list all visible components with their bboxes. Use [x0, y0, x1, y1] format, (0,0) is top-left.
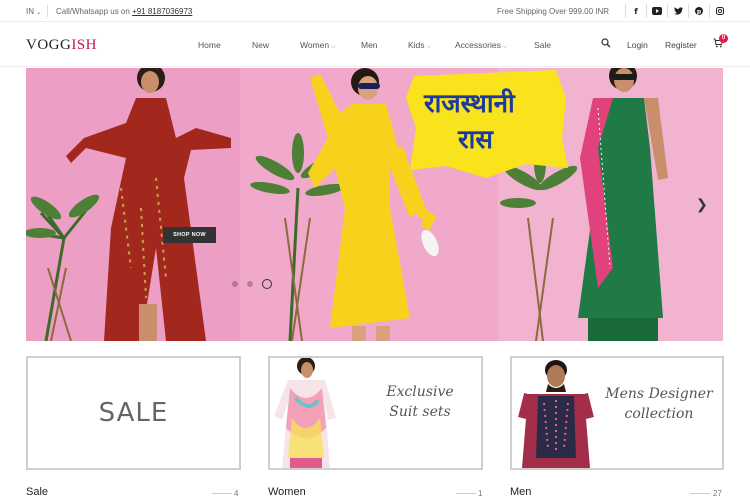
category-count-sale: 4 — [234, 489, 239, 498]
chevron-down-icon: ⌵ — [502, 44, 508, 50]
category-label-men[interactable]: Men — [510, 486, 531, 498]
chevron-down-icon: ⌄ — [36, 10, 42, 16]
twitter-icon[interactable] — [667, 4, 688, 18]
banner-title-line2: रास — [458, 125, 493, 155]
instagram-icon[interactable] — [709, 4, 730, 18]
youtube-icon[interactable] — [646, 4, 667, 18]
category-label-sale[interactable]: Sale — [26, 486, 48, 498]
men-tile-text: Mens Designer collection — [605, 386, 713, 422]
slider-pagination — [232, 279, 272, 289]
page: IN ⌄ Call/Whatsapp us on +91 8187036973 … — [0, 0, 750, 500]
nav-item-women[interactable]: Women ⌵ — [300, 40, 336, 51]
hero-slider[interactable]: SHOP NOW ❯ — [26, 68, 723, 341]
men-model-image — [518, 360, 594, 468]
phone-link[interactable]: +91 8187036973 — [132, 7, 192, 16]
category-count-men: 27 — [713, 489, 722, 498]
divider — [456, 493, 476, 494]
slider-dot[interactable] — [247, 281, 253, 287]
women-tile-text: Exclusive Suit sets — [386, 384, 454, 420]
nav-item-sale[interactable]: Sale — [534, 40, 551, 50]
nav-item-home[interactable]: Home — [198, 40, 221, 50]
main-header: VOGGISH Home New Women ⌵ Men Kids ⌵ Access… — [0, 22, 750, 67]
chevron-down-icon: ⌵ — [331, 44, 336, 50]
cart-count-badge: 0 — [719, 34, 728, 43]
chevron-right-icon[interactable]: ❯ — [696, 196, 708, 213]
divider — [47, 5, 48, 17]
festive-banner: राजस्थानी रास — [406, 68, 568, 180]
nav-item-accessories[interactable]: Accessories ⌵ — [455, 40, 507, 51]
contact-info: Call/Whatsapp us on +91 8187036973 — [56, 7, 193, 16]
category-tile-men[interactable]: Mens Designer collection — [510, 356, 724, 470]
search-icon[interactable] — [601, 38, 611, 50]
nav-item-men[interactable]: Men — [361, 40, 378, 50]
divider — [690, 493, 710, 494]
women-model-image — [270, 358, 342, 468]
pinterest-icon[interactable]: p — [688, 4, 709, 18]
slider-dot-active[interactable] — [262, 279, 272, 289]
slider-dot[interactable] — [232, 281, 238, 287]
category-count-women: 1 — [478, 489, 483, 498]
sale-tile-text: SALE — [98, 398, 169, 428]
region-selector[interactable]: IN ⌄ — [26, 7, 41, 16]
social-links: f p — [625, 4, 730, 18]
category-label-women[interactable]: Women — [268, 486, 306, 498]
site-logo[interactable]: VOGGISH — [26, 37, 97, 54]
register-link[interactable]: Register — [665, 40, 697, 50]
nav-item-new[interactable]: New — [252, 40, 269, 50]
top-bar: IN ⌄ Call/Whatsapp us on +91 8187036973 … — [0, 0, 750, 22]
login-link[interactable]: Login — [627, 40, 648, 50]
category-tile-sale[interactable]: SALE — [26, 356, 241, 470]
svg-text:p: p — [697, 8, 702, 15]
chevron-down-icon: ⌵ — [426, 44, 432, 50]
shipping-notice: Free Shipping Over 999.00 INR — [497, 7, 610, 16]
hero-panel-red-outfit — [26, 68, 240, 341]
shop-now-button[interactable]: SHOP NOW — [163, 227, 216, 243]
facebook-icon[interactable]: f — [625, 4, 646, 18]
category-tile-women[interactable]: Exclusive Suit sets — [268, 356, 483, 470]
banner-title-line1: राजस्थानी — [424, 89, 515, 119]
nav-item-kids[interactable]: Kids ⌵ — [408, 40, 431, 51]
divider — [212, 493, 232, 494]
